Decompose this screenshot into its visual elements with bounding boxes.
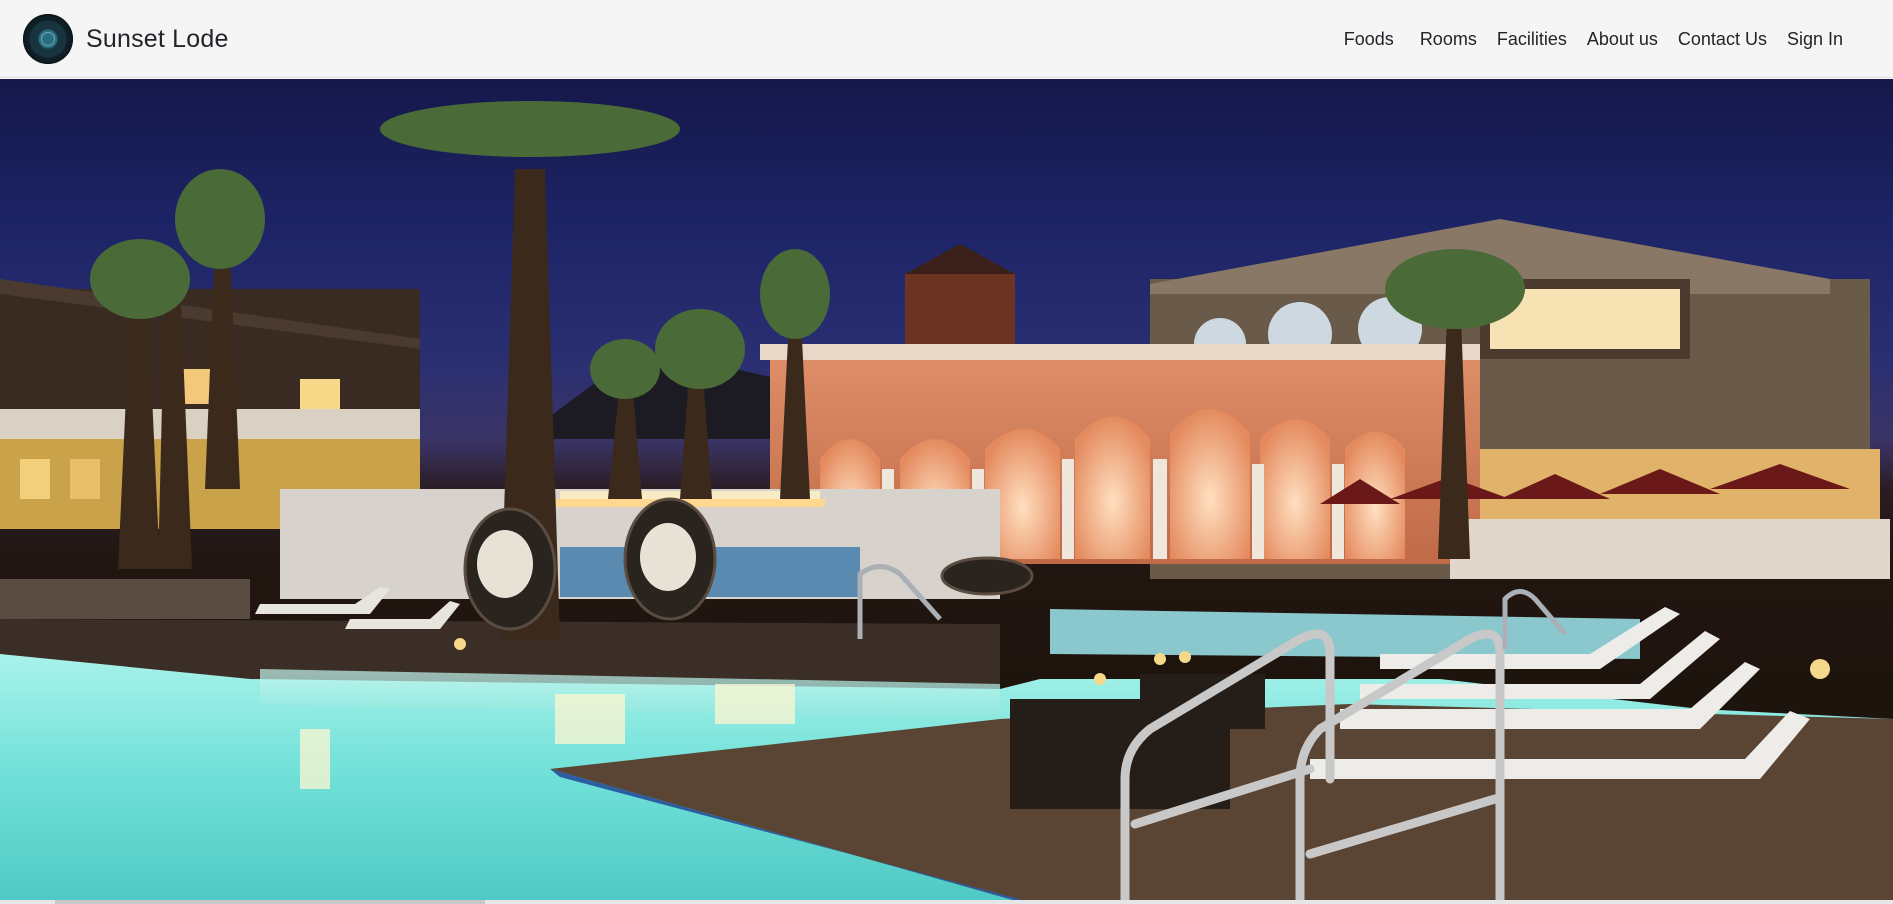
main-nav: Foods Rooms Facilities About us Contact … xyxy=(1334,0,1853,78)
nav-item-about: About us xyxy=(1577,21,1668,58)
hero-image xyxy=(0,79,1893,902)
top-navbar: Sunset Lode Foods Rooms Facilities About… xyxy=(0,0,1893,78)
brand-link[interactable]: Sunset Lode xyxy=(23,14,229,64)
resort-pool-illustration xyxy=(0,101,1893,902)
brand-name: Sunset Lode xyxy=(86,24,229,53)
compass-emblem-icon xyxy=(23,14,73,64)
nav-link-signin[interactable]: Sign In xyxy=(1777,21,1853,58)
nav-link-foods[interactable]: Foods xyxy=(1334,21,1404,58)
nav-item-facilities: Facilities xyxy=(1487,21,1577,58)
scrollbar-thumb[interactable] xyxy=(55,900,485,904)
nav-link-contact[interactable]: Contact Us xyxy=(1668,21,1777,58)
nav-link-facilities[interactable]: Facilities xyxy=(1487,21,1577,58)
nav-link-rooms[interactable]: Rooms xyxy=(1410,21,1487,58)
nav-link-about[interactable]: About us xyxy=(1577,21,1668,58)
nav-item-signin: Sign In xyxy=(1777,21,1853,58)
nav-item-rooms: Rooms xyxy=(1410,21,1487,58)
nav-item-contact: Contact Us xyxy=(1668,21,1777,58)
nav-item-foods: Foods xyxy=(1334,21,1410,58)
